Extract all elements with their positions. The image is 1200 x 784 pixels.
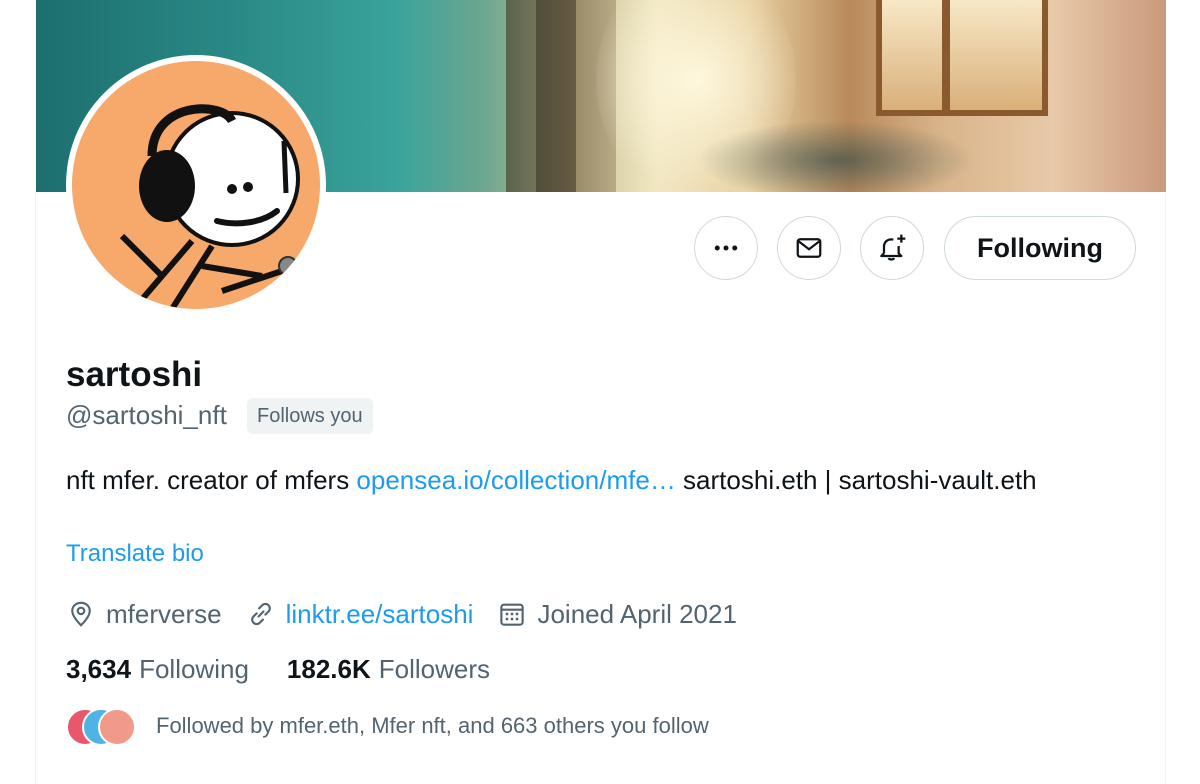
profile-meta: mferverse linktr.ee/sartoshi Joined Apri… bbox=[66, 594, 761, 634]
joined-date: Joined April 2021 bbox=[537, 598, 737, 629]
notifications-button[interactable] bbox=[860, 216, 924, 280]
user-handle: @sartoshi_nft bbox=[66, 400, 227, 430]
website-item: linktr.ee/sartoshi bbox=[246, 599, 474, 630]
more-horizontal-icon bbox=[714, 245, 738, 251]
followers-count: 182.6K bbox=[286, 654, 371, 684]
location-item: mferverse bbox=[66, 599, 222, 630]
mini-avatar bbox=[98, 708, 136, 746]
message-button[interactable] bbox=[777, 216, 841, 280]
location-pin-icon bbox=[71, 601, 91, 627]
bio-text-end: sartoshi.eth | sartoshi-vault.eth bbox=[675, 465, 1037, 495]
profile-bio: nft mfer. creator of mfers opensea.io/co… bbox=[66, 461, 1126, 499]
joined-item: Joined April 2021 bbox=[497, 598, 737, 630]
panel-border-left bbox=[35, 190, 36, 784]
followers-stat[interactable]: 182.6K Followers bbox=[287, 654, 490, 685]
display-name: sartoshi bbox=[66, 355, 203, 394]
more-button[interactable] bbox=[694, 216, 758, 280]
bio-text: nft mfer. creator of mfers bbox=[66, 465, 357, 495]
followers-label: Followers bbox=[378, 654, 490, 684]
mail-icon bbox=[796, 238, 822, 258]
profile-avatar[interactable] bbox=[66, 55, 326, 315]
followed-by-avatars bbox=[66, 708, 136, 746]
following-stat[interactable]: 3,634 Following bbox=[66, 654, 249, 685]
followed-by-text: Followed by mfer.eth, Mfer nft, and 663 … bbox=[156, 713, 709, 738]
bell-plus-icon bbox=[880, 234, 906, 261]
translate-bio-link[interactable]: Translate bio bbox=[66, 540, 204, 568]
mfer-illustration bbox=[119, 104, 300, 309]
bio-link[interactable]: opensea.io/collection/mfe… bbox=[356, 465, 675, 495]
followed-by-row[interactable]: Followed by mfer.eth, Mfer nft, and 663 … bbox=[66, 708, 709, 746]
banner-shade-dark bbox=[536, 0, 576, 192]
follows-you-badge: Follows you bbox=[247, 398, 373, 434]
location-text: mferverse bbox=[106, 598, 222, 629]
following-count: 3,634 bbox=[66, 654, 132, 684]
following-label: Following bbox=[139, 654, 249, 684]
link-icon bbox=[250, 602, 271, 626]
follow-stats: 3,634 Following 182.6K Followers bbox=[66, 654, 528, 685]
banner-window bbox=[876, 0, 1048, 116]
banner-shadow bbox=[696, 120, 976, 192]
panel-border-right bbox=[1165, 190, 1166, 784]
website-link[interactable]: linktr.ee/sartoshi bbox=[286, 599, 474, 630]
following-button[interactable]: Following bbox=[944, 216, 1136, 280]
calendar-icon bbox=[500, 603, 525, 626]
avatar-image bbox=[72, 61, 320, 309]
